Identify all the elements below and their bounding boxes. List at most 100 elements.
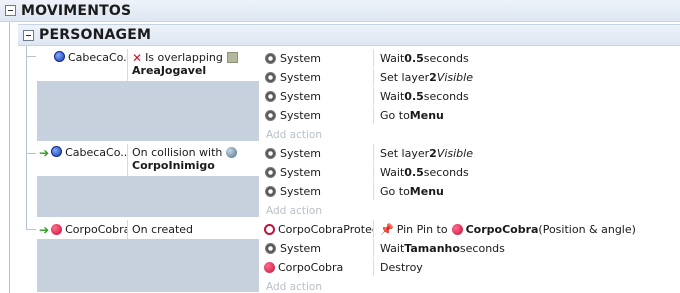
action-param: Tamanho	[404, 241, 460, 255]
red-sprite-icon	[51, 224, 63, 235]
action-object: System	[280, 70, 322, 84]
collapse-icon[interactable]	[23, 29, 34, 41]
object-name: CabecaCo...	[68, 51, 128, 64]
action-object: System	[280, 89, 322, 103]
action-param: 2	[429, 70, 437, 84]
action-param: CorpoCobra	[465, 222, 539, 236]
condition[interactable]: ✕ Is overlapping AreaJogavel	[128, 49, 260, 81]
tree-line	[9, 22, 10, 293]
blue-sprite-icon	[51, 146, 63, 157]
condition-target: AreaJogavel	[132, 64, 207, 77]
blue-sprite-icon	[54, 51, 65, 62]
red-outline-icon	[264, 223, 275, 235]
sprite-thumbnail-icon	[226, 52, 238, 63]
tree-line	[26, 153, 36, 154]
action-row[interactable]: System Wait 0.5 seconds	[262, 163, 680, 182]
action-text: seconds	[423, 51, 469, 65]
collapse-icon[interactable]	[5, 5, 16, 16]
action-object: System	[280, 108, 322, 122]
action-text: seconds	[459, 241, 505, 255]
condition-object[interactable]: ➔ CorpoCobra	[36, 220, 128, 239]
x-icon: ✕	[132, 50, 143, 65]
condition[interactable]: On created	[128, 220, 260, 239]
action-param: 0.5	[404, 89, 424, 103]
action-row[interactable]: System Wait 0.5 seconds	[262, 87, 680, 106]
action-object: System	[280, 165, 322, 179]
action-param: Visible	[436, 146, 473, 160]
action-text: Go to	[380, 108, 410, 122]
action-param: Menu	[409, 184, 444, 198]
event-block[interactable]: ➔ CabecaCo... On collision with CorpoIni…	[36, 144, 680, 218]
action-param: Menu	[409, 108, 444, 122]
action-text: Set layer	[380, 70, 430, 84]
action-object: System	[280, 184, 322, 198]
action-param: 2	[429, 146, 437, 160]
action-object: System	[280, 146, 322, 160]
add-action-link[interactable]: Add action	[262, 277, 680, 293]
condition-object[interactable]: CabecaCo...	[36, 49, 128, 81]
action-row[interactable]: System Set layer 2 Visible	[262, 68, 680, 87]
trigger-arrow-icon: ➔	[39, 146, 50, 160]
action-text: Destroy	[380, 260, 423, 274]
gear-icon	[264, 109, 277, 122]
action-text: seconds	[423, 89, 469, 103]
condition-object[interactable]: ➔ CabecaCo...	[36, 144, 128, 176]
action-param: Visible	[436, 70, 473, 84]
action-row[interactable]: CorpoCobraProtec... 📌Pin Pin to CorpoCobr…	[262, 220, 680, 239]
action-param: 0.5	[404, 51, 424, 65]
action-row[interactable]: System Go to Menu	[262, 182, 680, 201]
event-block[interactable]: ➔ CorpoCobra On created CorpoCobraProtec…	[36, 220, 680, 293]
add-action-link[interactable]: Add action	[262, 125, 680, 144]
group-personagem[interactable]: PERSONAGEM	[18, 24, 680, 46]
action-text: Go to	[380, 184, 410, 198]
gear-icon	[264, 90, 277, 103]
gear-icon	[264, 71, 277, 84]
condition-text: On created	[132, 223, 194, 236]
action-text: Set layer	[380, 146, 430, 160]
group-title: MOVIMENTOS	[21, 2, 132, 19]
action-text: (Position & angle)	[538, 222, 636, 236]
group-movimentos[interactable]: MOVIMENTOS	[0, 0, 680, 22]
actions-list: System Wait 0.5 seconds System Set layer…	[262, 49, 680, 144]
gear-icon	[264, 185, 277, 198]
action-object: System	[280, 51, 322, 65]
trigger-arrow-icon: ➔	[39, 222, 50, 237]
action-text: Pin Pin to	[396, 222, 448, 236]
globe-icon	[226, 147, 238, 158]
action-row[interactable]: System Set layer 2 Visible	[262, 144, 680, 163]
condition-text: On collision with	[132, 146, 223, 159]
action-text: Wait	[380, 89, 405, 103]
actions-list: CorpoCobraProtec... 📌Pin Pin to CorpoCobr…	[262, 220, 680, 293]
group-title: PERSONAGEM	[39, 27, 152, 43]
actions-list: System Set layer 2 Visible System Wait 0…	[262, 144, 680, 220]
action-object: CorpoCobra	[278, 260, 344, 274]
condition-target: CorpoInimigo	[132, 159, 215, 172]
action-row[interactable]: System Wait Tamanho seconds	[262, 239, 680, 258]
red-sprite-icon	[451, 223, 463, 235]
tree-line	[26, 229, 36, 230]
action-row[interactable]: System Go to Menu	[262, 106, 680, 125]
pin-icon: 📌	[380, 222, 394, 236]
action-row[interactable]: CorpoCobra Destroy	[262, 258, 680, 277]
gear-icon	[264, 52, 277, 65]
gear-icon	[264, 242, 277, 255]
gear-icon	[264, 166, 277, 179]
red-sprite-icon	[264, 261, 275, 273]
tree-line	[26, 56, 36, 57]
object-name: CabecaCo...	[65, 146, 128, 159]
action-object: System	[280, 241, 322, 255]
action-object: CorpoCobraProtec...	[278, 222, 373, 236]
add-action-link[interactable]: Add action	[262, 201, 680, 220]
action-text: Wait	[380, 165, 405, 179]
action-row[interactable]: System Wait 0.5 seconds	[262, 49, 680, 68]
gear-icon	[264, 147, 277, 160]
condition[interactable]: On collision with CorpoInimigo	[128, 144, 260, 176]
event-block[interactable]: CabecaCo... ✕ Is overlapping AreaJogavel…	[36, 49, 680, 142]
condition-text: Is overlapping	[145, 51, 223, 64]
action-text: Wait	[380, 51, 405, 65]
tree-line	[26, 46, 27, 230]
object-name: CorpoCobra	[65, 223, 128, 236]
action-param: 0.5	[404, 165, 424, 179]
action-text: Wait	[380, 241, 405, 255]
action-text: seconds	[423, 165, 469, 179]
